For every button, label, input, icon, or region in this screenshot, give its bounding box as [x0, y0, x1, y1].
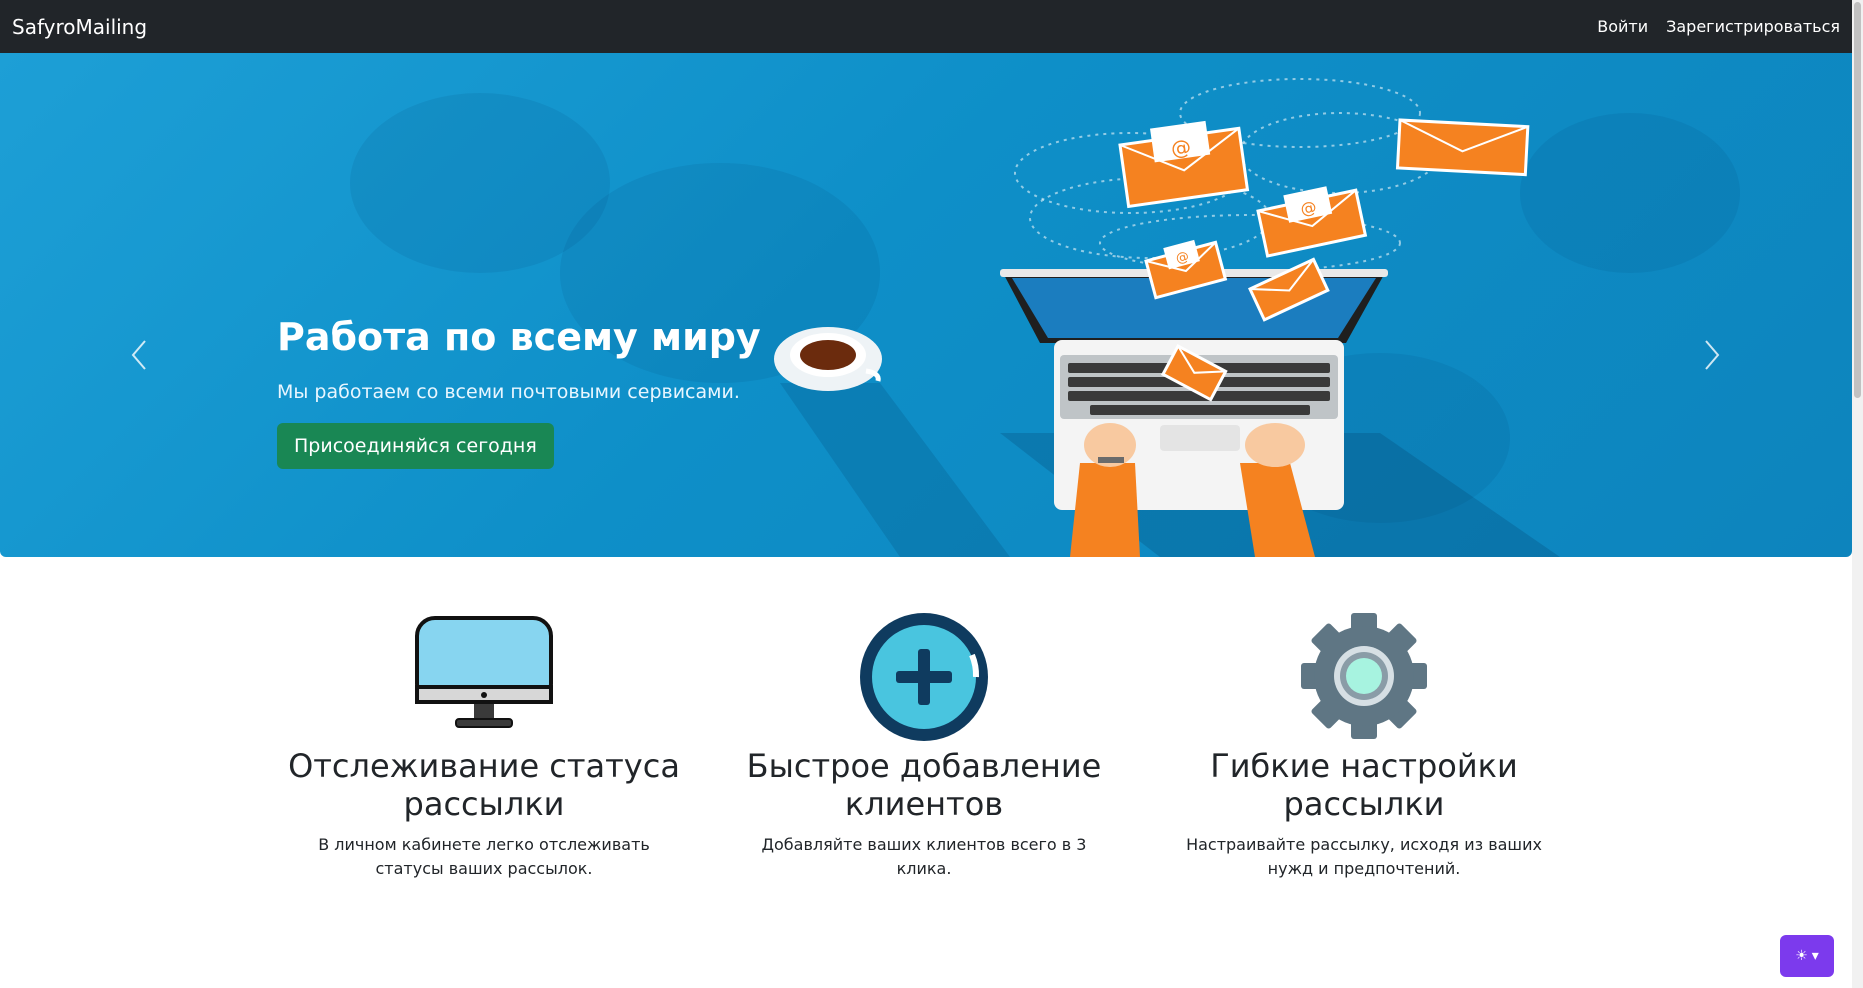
monitor-icon: [415, 616, 553, 728]
carousel-next-button[interactable]: [1696, 335, 1726, 375]
carousel-caption: Работа по всему миру Мы работаем со всем…: [277, 315, 761, 469]
feature-title: Отслеживание статуса рассылки: [288, 747, 680, 823]
brand-logo-link[interactable]: SafyroMailing: [12, 15, 147, 39]
envelope-icon: [1395, 118, 1530, 177]
register-link[interactable]: Зарегистрироваться: [1666, 17, 1840, 36]
scrollbar-thumb[interactable]: [1854, 2, 1861, 398]
sun-icon: ☀: [1795, 948, 1808, 964]
chevron-left-icon: [131, 340, 146, 370]
feature-flexible-settings: Гибкие настройки рассылки Настраивайте р…: [1164, 613, 1564, 881]
hero-title: Работа по всему миру: [277, 315, 761, 359]
feature-quick-add-clients: Быстрое добавление клиентов Добавляйте в…: [724, 613, 1124, 881]
hero-subtitle: Мы работаем со всеми почтовыми сервисами…: [277, 381, 740, 403]
theme-toggle-button[interactable]: ☀ ▾: [1780, 935, 1834, 977]
feature-description: Добавляйте ваших клиентов всего в 3 клик…: [761, 835, 1087, 878]
svg-text:@: @: [1169, 134, 1192, 161]
top-navbar: SafyroMailing Войти Зарегистрироваться: [0, 0, 1852, 53]
envelope-icon: @: [1118, 120, 1250, 209]
add-circle-icon: [860, 613, 988, 741]
nav-links: Войти Зарегистрироваться: [1597, 17, 1840, 36]
envelope-icon: @: [1256, 186, 1368, 258]
feature-title: Быстрое добавление клиентов: [746, 747, 1102, 823]
login-link[interactable]: Войти: [1597, 17, 1648, 36]
hero-carousel: @ @ @ Работа по всему миру Мы работаем с…: [0, 53, 1852, 557]
email-laptop-illustration: @ @ @: [774, 78, 1560, 557]
chevron-right-icon: [1705, 340, 1720, 370]
feature-status-tracking: Отслеживание статуса рассылки В личном к…: [284, 615, 684, 881]
feature-description: Настраивайте рассылку, исходя из ваших н…: [1186, 835, 1542, 878]
caret-down-icon: ▾: [1811, 948, 1819, 964]
coffee-cup-icon: [774, 327, 882, 391]
page-scrollbar[interactable]: [1852, 0, 1863, 988]
carousel-prev-button[interactable]: [125, 335, 155, 375]
join-today-button[interactable]: Присоединяйся сегодня: [277, 423, 554, 469]
gear-icon: [1301, 613, 1427, 739]
feature-description: В личном кабинете легко отслеживать стат…: [318, 835, 650, 878]
feature-title: Гибкие настройки рассылки: [1210, 747, 1518, 823]
